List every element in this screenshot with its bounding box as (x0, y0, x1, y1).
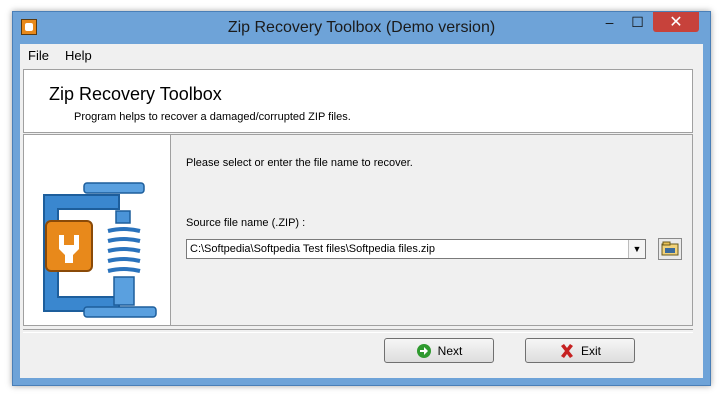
source-file-value[interactable]: C:\Softpedia\Softpedia Test files\Softpe… (190, 243, 435, 255)
menu-help[interactable]: Help (57, 48, 100, 63)
menu-file[interactable]: File (20, 48, 57, 63)
client-area: Zip Recovery Toolbox Program helps to re… (20, 66, 703, 378)
next-button[interactable]: Next (384, 338, 494, 363)
next-button-label: Next (437, 343, 463, 358)
browse-button[interactable] (658, 238, 682, 260)
header-panel: Zip Recovery Toolbox Program helps to re… (23, 69, 693, 133)
wrench-clamp-logo (43, 182, 157, 318)
exit-button-label: Exit (580, 343, 601, 358)
folder-browse-icon (661, 241, 679, 256)
source-file-combobox[interactable]: C:\Softpedia\Softpedia Test files\Softpe… (186, 239, 646, 259)
close-button[interactable]: ✕ (653, 12, 699, 32)
header-subtitle: Program helps to recover a damaged/corru… (74, 111, 351, 123)
green-arrow-icon (416, 343, 431, 358)
instruction-text: Please select or enter the file name to … (186, 157, 413, 169)
source-file-label: Source file name (.ZIP) : (186, 217, 306, 229)
chevron-down-icon[interactable]: ▼ (628, 240, 645, 258)
maximize-button[interactable]: ☐ (624, 12, 651, 32)
app-window: Zip Recovery Toolbox (Demo version) ‒ ☐ … (12, 11, 711, 386)
footer-divider (23, 329, 693, 333)
header-title: Zip Recovery Toolbox (49, 84, 222, 104)
exit-button[interactable]: Exit (525, 338, 635, 363)
logo-panel (24, 135, 171, 325)
title-bar[interactable]: Zip Recovery Toolbox (Demo version) ‒ ☐ … (13, 12, 710, 44)
wizard-body: Please select or enter the file name to … (23, 134, 693, 326)
minimize-button[interactable]: ‒ (596, 12, 623, 32)
menu-bar: File Help (20, 44, 703, 66)
red-x-icon (560, 343, 573, 358)
